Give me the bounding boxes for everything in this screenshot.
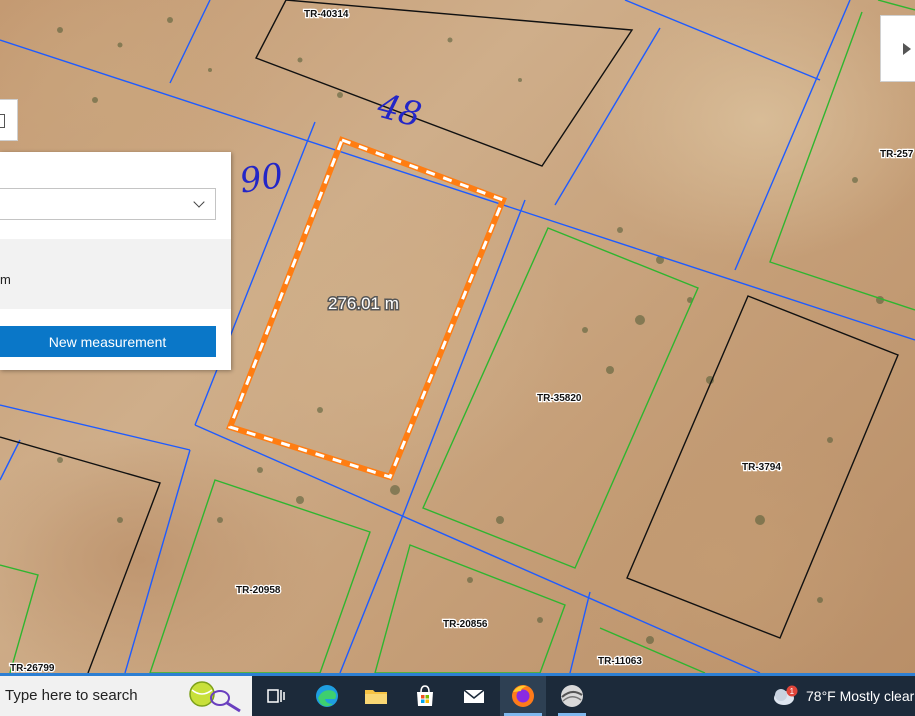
handwritten-annotations: 48 90	[237, 86, 425, 202]
firefox-icon[interactable]	[509, 682, 537, 710]
windows-taskbar: Type here to search 1 78°F Mostly clear	[0, 673, 915, 716]
tennis-racket-icon	[189, 681, 241, 713]
search-placeholder: Type here to search	[5, 687, 138, 704]
edge-icon[interactable]	[313, 682, 341, 710]
panel-icon	[0, 114, 5, 128]
task-view-icon[interactable]	[262, 682, 290, 710]
measurement-result: m	[0, 239, 231, 309]
result-line-2: m	[0, 272, 11, 287]
notification-badge-count: 1	[790, 687, 795, 696]
file-explorer-icon[interactable]	[362, 682, 390, 710]
expand-sidebar-button[interactable]	[880, 15, 915, 82]
parcel-label: TR-26799	[10, 663, 55, 673]
chevron-down-icon	[193, 196, 205, 208]
measurement-panel: m New measurement	[0, 152, 231, 370]
chevron-right-icon	[903, 43, 911, 55]
parcel-label: TR-35820	[537, 393, 582, 404]
parcel-label: TR-3794	[742, 462, 781, 473]
new-measurement-button[interactable]: New measurement	[0, 326, 216, 357]
parcel-label: TR-11063	[598, 656, 642, 667]
mail-icon[interactable]	[460, 682, 488, 710]
annotation-90: 90	[237, 156, 285, 202]
parcel-label: TR-20856	[443, 619, 488, 630]
arcgis-pro-icon[interactable]	[558, 682, 586, 710]
unit-dropdown[interactable]	[0, 188, 216, 220]
annotation-48: 48	[372, 86, 425, 136]
parcel-label: TR-40314	[304, 9, 349, 20]
map-view[interactable]: 48 90 TR-40314 TR-257 TR-35820 TR-3794 T…	[0, 0, 915, 673]
parcel-label: TR-257	[880, 149, 914, 160]
weather-status[interactable]: 78°F Mostly clear	[806, 676, 914, 716]
collapse-panel-button[interactable]	[0, 99, 18, 141]
parcel-label: TR-20958	[236, 585, 281, 596]
weather-cloud-icon[interactable]: 1	[772, 685, 800, 707]
store-icon[interactable]	[411, 682, 439, 710]
measurement-label: 276.01 m	[328, 294, 399, 313]
